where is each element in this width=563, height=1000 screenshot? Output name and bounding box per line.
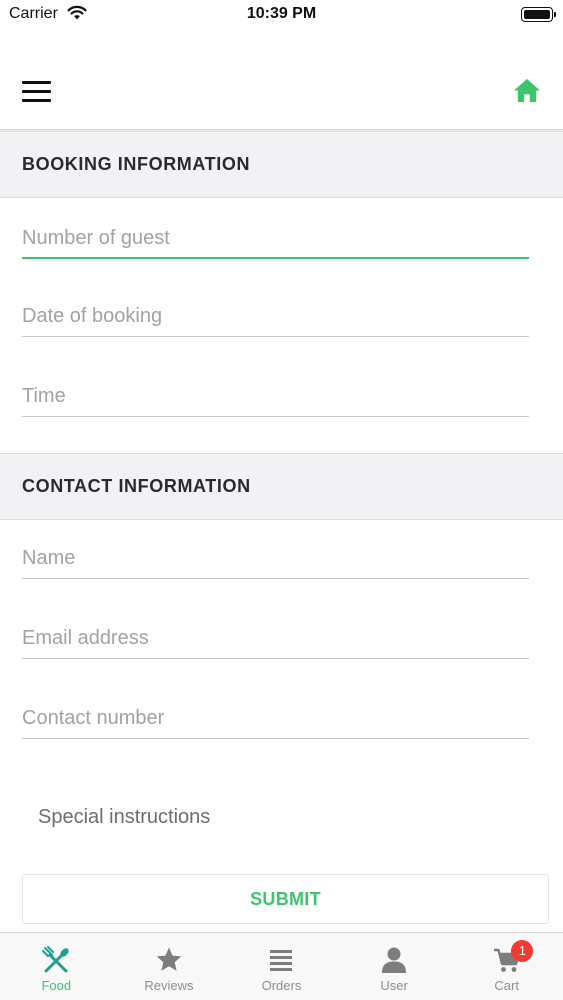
booking-section-title: BOOKING INFORMATION: [22, 154, 251, 174]
time-field[interactable]: [22, 377, 529, 417]
nav-bar: [0, 30, 563, 130]
tab-cart[interactable]: 1 Cart: [450, 933, 563, 1000]
email-address-input[interactable]: [22, 619, 529, 657]
time-input[interactable]: [22, 377, 529, 415]
fork-knife-icon: [41, 945, 71, 975]
booking-section-header: BOOKING INFORMATION: [0, 131, 563, 198]
tab-reviews[interactable]: Reviews: [113, 933, 226, 1000]
tab-user-label: User: [380, 978, 408, 993]
status-bar: Carrier 10:39 PM: [0, 0, 563, 30]
tab-bar: Food Reviews Orders User 1 Cart: [0, 932, 563, 1000]
home-icon[interactable]: [513, 78, 541, 104]
hamburger-menu-icon[interactable]: [22, 81, 52, 103]
tab-user[interactable]: User: [338, 933, 451, 1000]
battery-icon: [521, 7, 556, 22]
number-of-guest-input[interactable]: [22, 219, 529, 257]
date-of-booking-field[interactable]: [22, 297, 529, 337]
field-underline: [22, 336, 529, 337]
field-underline: [22, 257, 529, 259]
field-underline: [22, 658, 529, 659]
name-input[interactable]: [22, 539, 529, 577]
contact-section-header: CONTACT INFORMATION: [0, 453, 563, 520]
contact-number-field[interactable]: [22, 699, 529, 739]
number-of-guest-field[interactable]: [22, 219, 529, 259]
cart-badge: 1: [511, 940, 534, 962]
email-address-field[interactable]: [22, 619, 529, 659]
tab-orders[interactable]: Orders: [225, 933, 338, 1000]
date-of-booking-input[interactable]: [22, 297, 529, 335]
submit-button[interactable]: SUBMIT: [22, 874, 549, 924]
tab-food-label: Food: [41, 978, 72, 993]
user-icon: [379, 945, 409, 975]
star-icon: [154, 945, 184, 975]
list-icon: [266, 945, 296, 975]
status-time: 10:39 PM: [246, 5, 317, 22]
tab-reviews-label: Reviews: [144, 978, 194, 993]
field-underline: [22, 416, 529, 417]
field-underline: [22, 738, 529, 739]
contact-number-input[interactable]: [22, 699, 529, 737]
tab-food[interactable]: Food: [0, 933, 113, 1000]
tab-cart-label: Cart: [494, 978, 519, 993]
special-instructions-input[interactable]: [38, 803, 518, 831]
name-field[interactable]: [22, 539, 529, 579]
contact-section-title: CONTACT INFORMATION: [22, 476, 251, 496]
field-underline: [22, 578, 529, 579]
tab-orders-label: Orders: [261, 978, 302, 993]
